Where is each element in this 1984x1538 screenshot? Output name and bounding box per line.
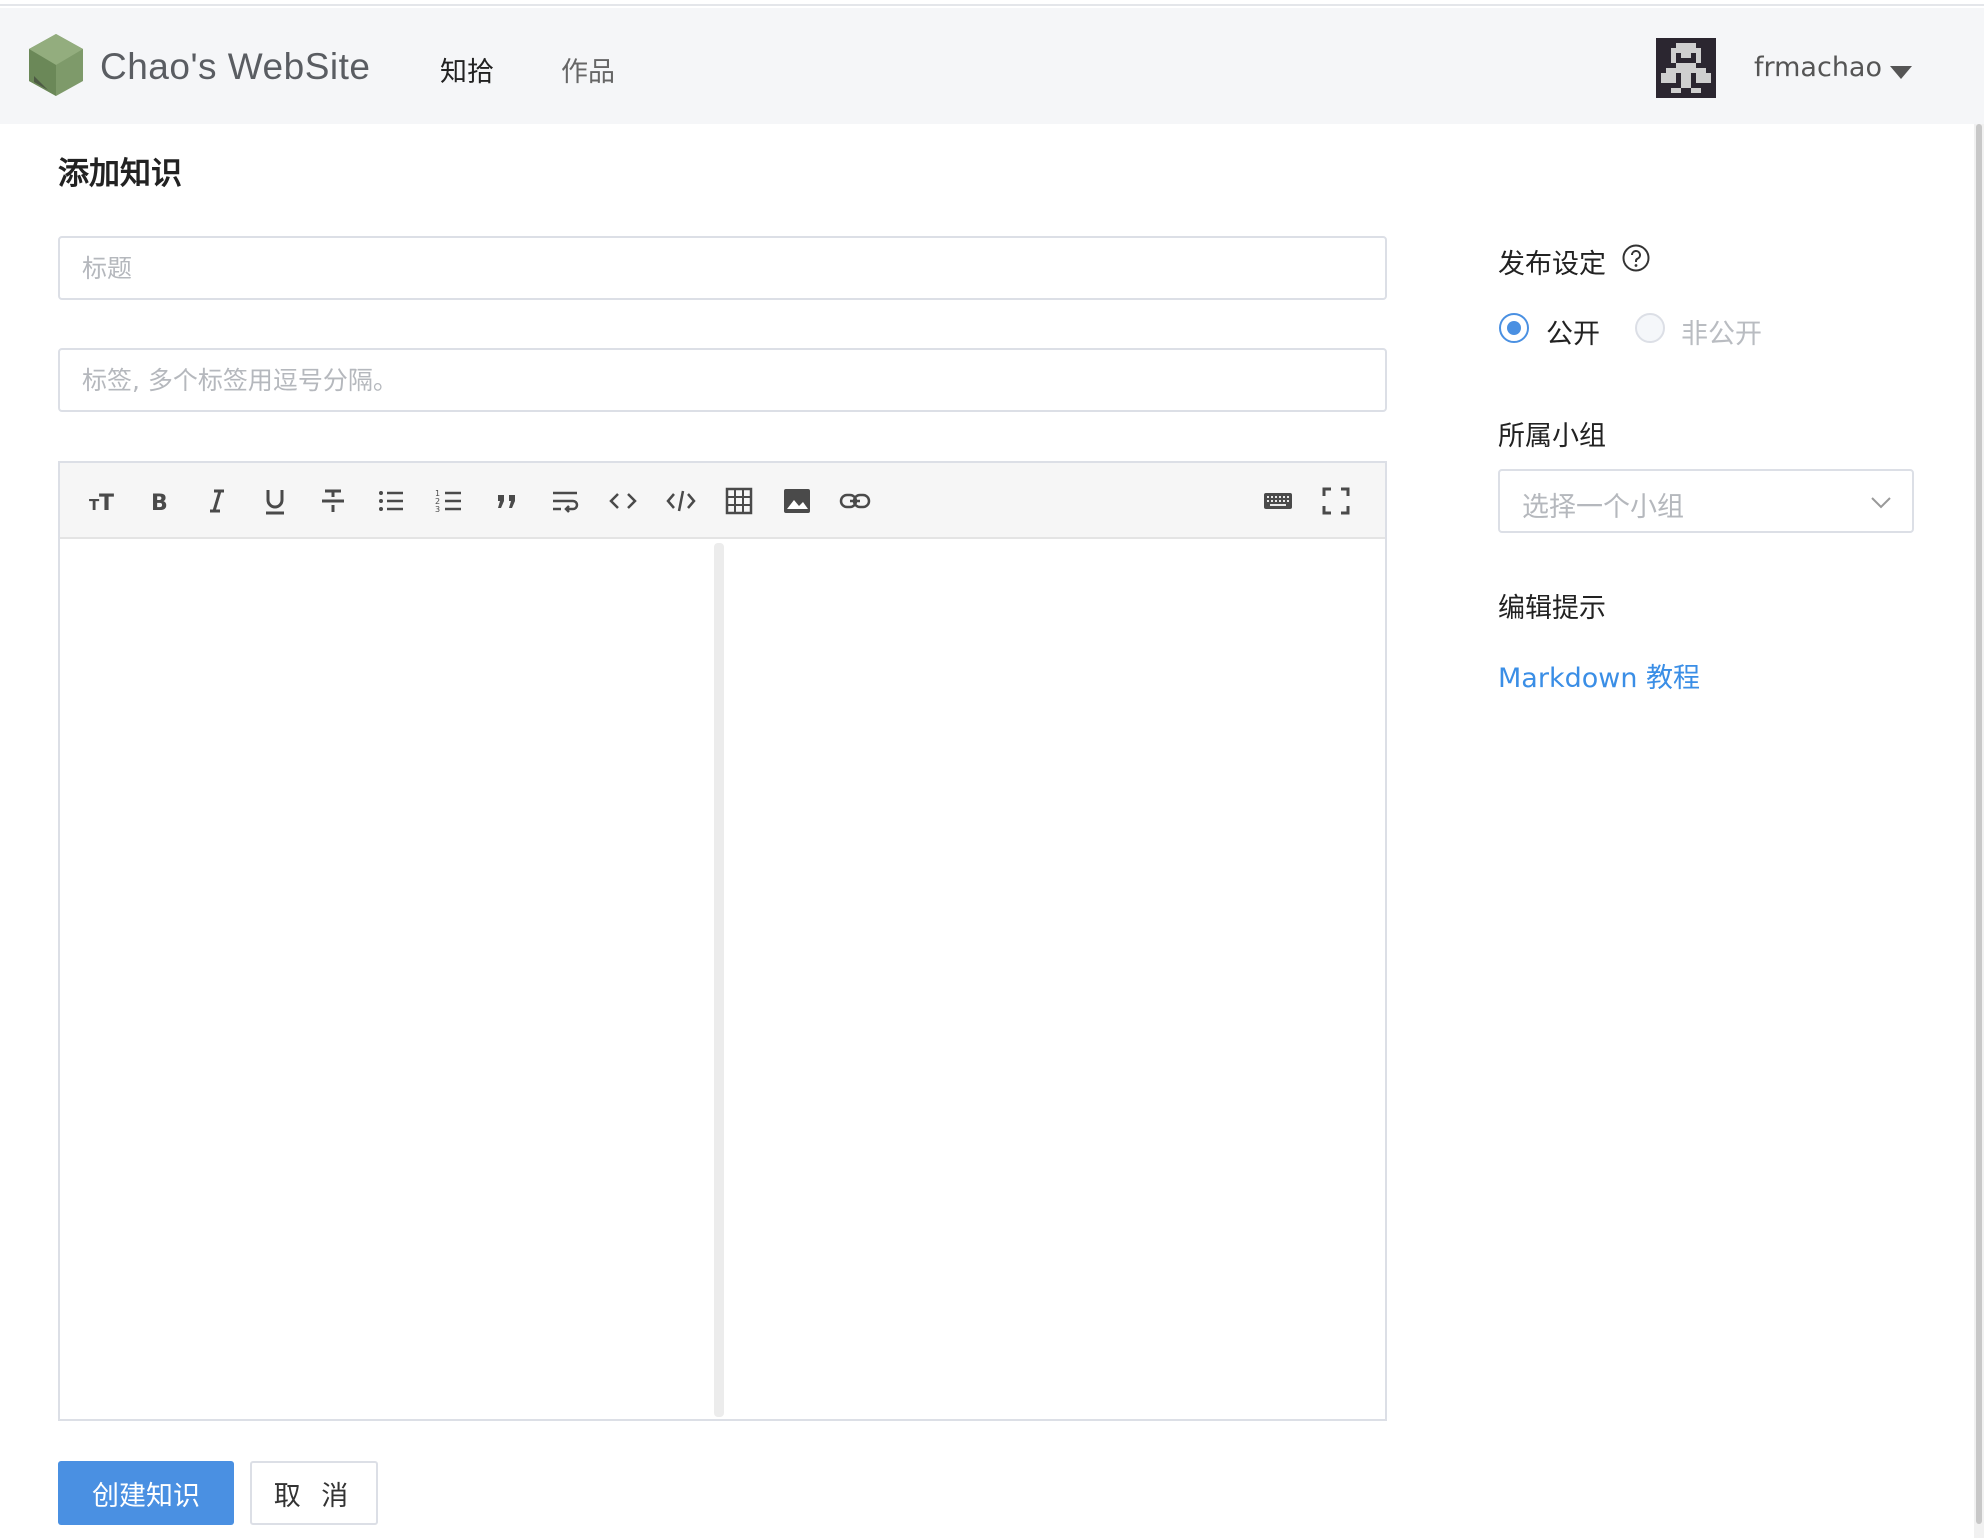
image-icon[interactable]: [777, 481, 817, 521]
radio-private[interactable]: [1635, 313, 1665, 343]
page-title: 添加知识: [58, 156, 182, 192]
link-icon[interactable]: [835, 481, 875, 521]
svg-text:3: 3: [435, 505, 440, 514]
radio-private-label[interactable]: 非公开: [1681, 312, 1762, 351]
radio-public[interactable]: [1499, 313, 1529, 343]
svg-text:B: B: [151, 491, 168, 516]
avatar[interactable]: [1656, 38, 1716, 98]
create-button[interactable]: 创建知识: [58, 1461, 234, 1525]
code-icon[interactable]: [603, 481, 643, 521]
site-logo-icon[interactable]: [26, 32, 86, 98]
group-select-placeholder: 选择一个小组: [1522, 492, 1684, 523]
top-border: [0, 0, 1984, 6]
markdown-editor: TT B 123: [58, 461, 1387, 1421]
keyboard-icon[interactable]: [1258, 481, 1298, 521]
cancel-button[interactable]: 取 消: [250, 1461, 378, 1525]
nav-item-zuopin[interactable]: 作品: [561, 50, 615, 89]
editor-preview-pane: [724, 541, 1385, 1419]
scrollbar-thumb[interactable]: [1976, 124, 1982, 1524]
publish-settings-label: 发布设定: [1498, 249, 1606, 280]
quote-icon[interactable]: [487, 481, 527, 521]
markdown-tutorial-link[interactable]: Markdown 教程: [1498, 656, 1700, 695]
site-title[interactable]: Chao's WebSite: [100, 46, 370, 88]
italic-icon[interactable]: [197, 481, 237, 521]
edit-tips-label: 编辑提示: [1498, 593, 1606, 624]
user-menu-name[interactable]: frmachao: [1754, 52, 1882, 83]
code-block-icon[interactable]: [661, 481, 701, 521]
tags-input[interactable]: [58, 348, 1387, 412]
editor-split-divider[interactable]: [714, 543, 724, 1417]
chevron-down-icon: [1871, 497, 1891, 509]
radio-public-label[interactable]: 公开: [1546, 312, 1600, 351]
table-icon[interactable]: [719, 481, 759, 521]
svg-text:T: T: [99, 491, 114, 516]
group-select[interactable]: 选择一个小组: [1498, 469, 1914, 533]
editor-input-pane[interactable]: [60, 541, 714, 1419]
wrap-icon[interactable]: [545, 481, 585, 521]
help-icon[interactable]: [1621, 243, 1651, 273]
group-label: 所属小组: [1498, 421, 1606, 452]
top-navbar: Chao's WebSite 知拾 作品 frmachao: [0, 8, 1984, 124]
strikethrough-icon[interactable]: [313, 481, 353, 521]
title-input[interactable]: [58, 236, 1387, 300]
bullet-list-icon[interactable]: [371, 481, 411, 521]
fullscreen-icon[interactable]: [1316, 481, 1356, 521]
header-icon[interactable]: TT: [82, 481, 122, 521]
nav-item-zhishi[interactable]: 知拾: [440, 50, 494, 89]
underline-icon[interactable]: [255, 481, 295, 521]
ordered-list-icon[interactable]: 123: [429, 481, 469, 521]
caret-down-icon[interactable]: [1890, 66, 1912, 79]
editor-toolbar: TT B 123: [60, 463, 1385, 539]
bold-icon[interactable]: B: [139, 481, 179, 521]
